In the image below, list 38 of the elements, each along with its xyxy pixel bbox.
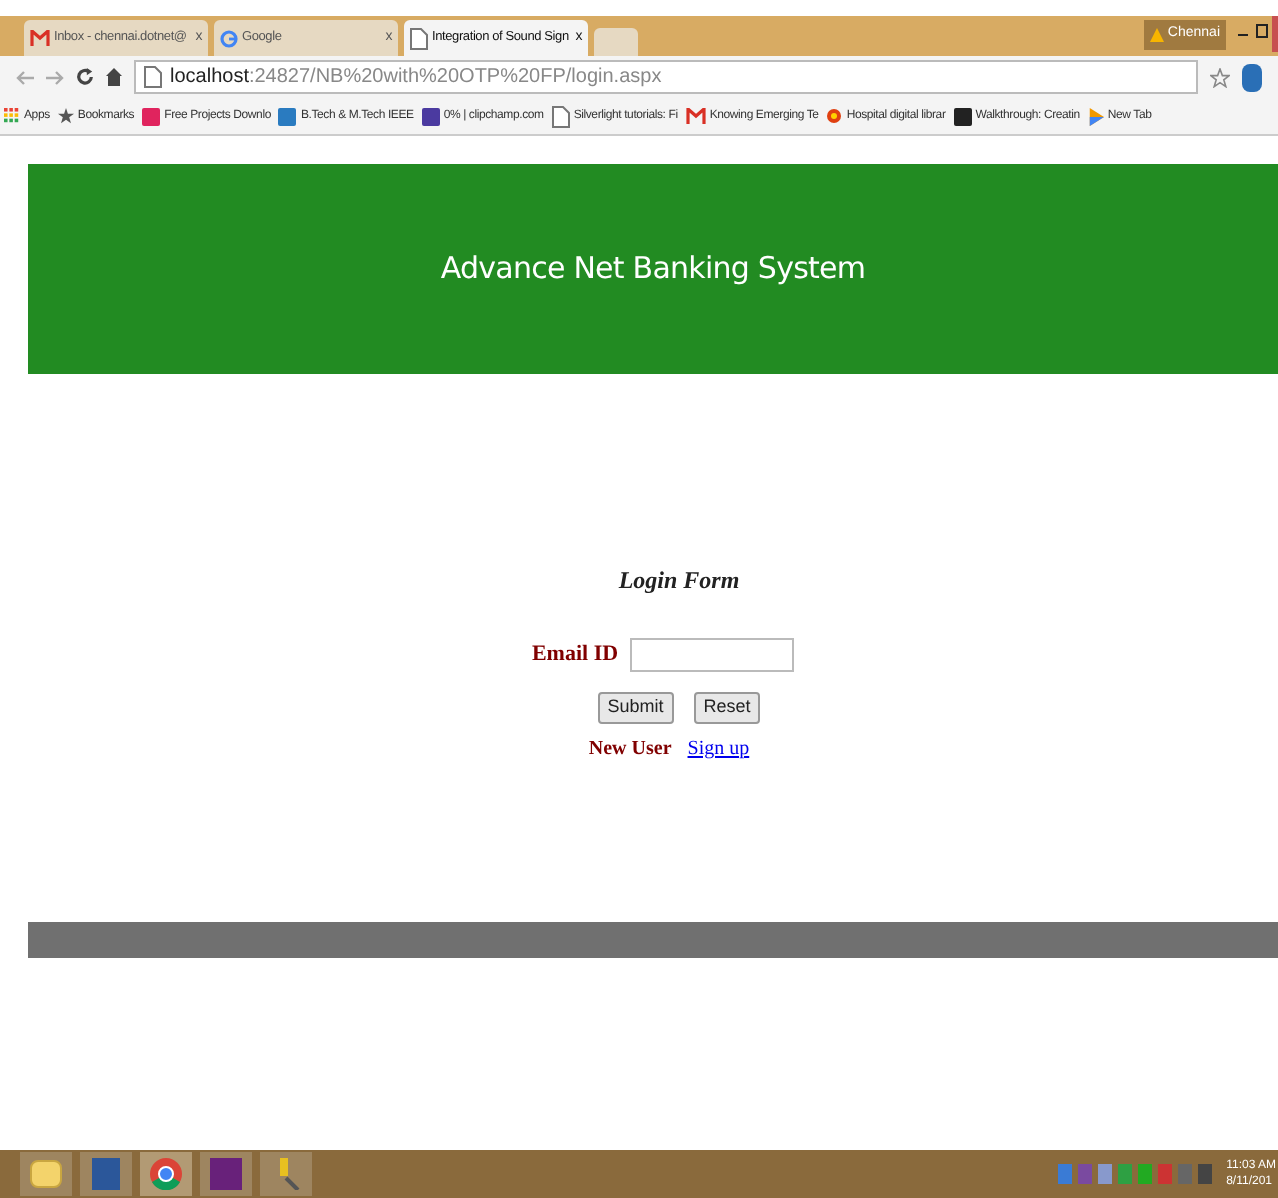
google-icon	[220, 29, 238, 47]
signup-link[interactable]: Sign up	[687, 734, 750, 764]
folder-icon[interactable]	[30, 1160, 62, 1188]
chrome-icon[interactable]	[150, 1158, 182, 1190]
warning-icon	[1149, 28, 1164, 42]
word-icon[interactable]	[92, 1158, 120, 1190]
logo-icon	[278, 107, 297, 125]
page-icon	[551, 105, 570, 127]
mail-icon	[30, 30, 50, 46]
apps-icon	[4, 108, 20, 124]
star-bookmark-icon[interactable]	[1210, 67, 1230, 87]
star-icon	[57, 108, 74, 124]
new-user-label: New User	[588, 736, 672, 764]
form-title: Login Form	[618, 564, 740, 598]
visual-studio-icon[interactable]	[210, 1158, 242, 1190]
reload-icon[interactable]	[76, 68, 94, 86]
new-tab-button[interactable]	[594, 28, 638, 56]
logo-icon	[421, 107, 440, 125]
minimize-icon[interactable]	[1238, 34, 1248, 36]
back-icon[interactable]	[16, 69, 34, 85]
book-icon	[953, 107, 972, 125]
mail-icon	[685, 108, 706, 124]
extension-icon[interactable]	[1242, 63, 1262, 91]
email-label: Email ID	[531, 640, 619, 671]
reset-button[interactable]: Reset	[693, 692, 761, 724]
submit-button[interactable]: Submit	[597, 692, 674, 724]
newtab-icon	[1087, 107, 1104, 125]
logo-icon	[142, 107, 161, 125]
email-field[interactable]	[630, 638, 795, 672]
page-icon	[144, 66, 162, 88]
home-icon[interactable]	[106, 68, 122, 86]
address-field[interactable]: localhost:24827/NB%20with%20OTP%20FP/login.aspx	[134, 60, 1198, 94]
forward-icon[interactable]	[46, 69, 64, 85]
flower-icon	[826, 108, 843, 124]
url-text: localhost:24827/NB%20with%20OTP%20FP/login.aspx	[170, 64, 662, 92]
page-icon	[410, 27, 428, 49]
site-title: Advance Net Banking System	[440, 248, 866, 291]
restore-icon[interactable]	[1256, 24, 1268, 38]
